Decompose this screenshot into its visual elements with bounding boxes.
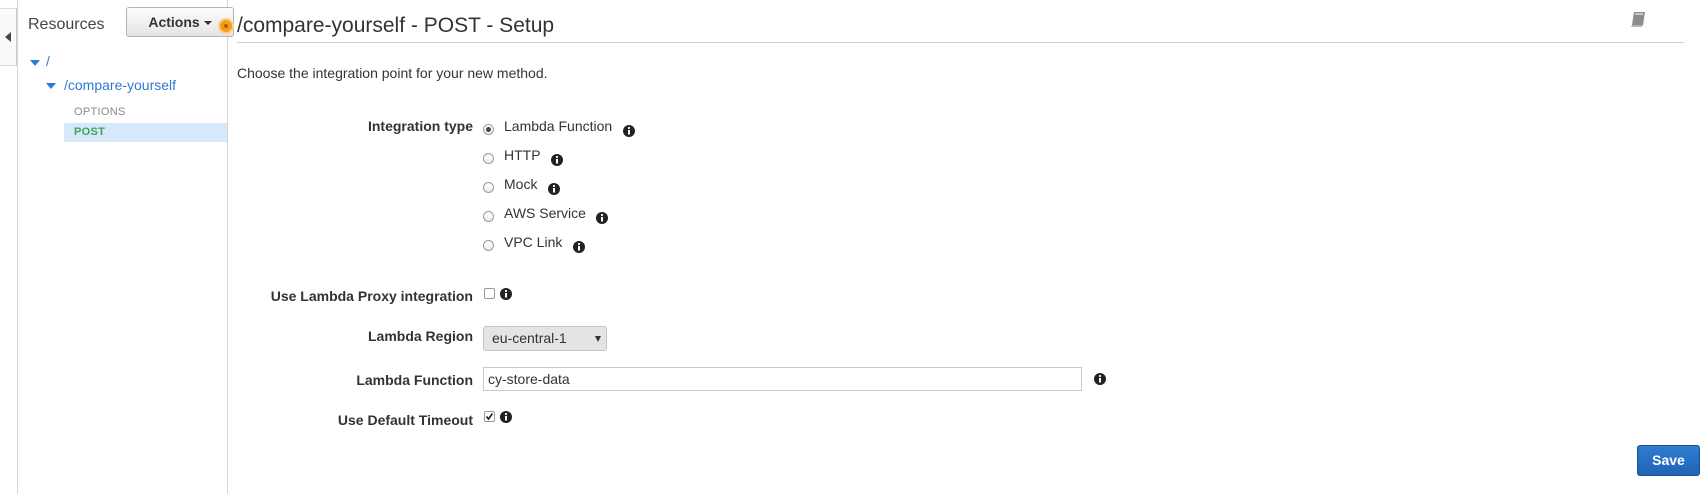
- resources-title: Resources: [28, 16, 105, 33]
- default-timeout-checkbox[interactable]: [484, 411, 495, 422]
- integration-type-label: Integration type: [367, 118, 473, 134]
- info-icon[interactable]: [623, 125, 635, 137]
- collapse-left-icon: [5, 32, 11, 42]
- actions-label: Actions: [148, 14, 200, 30]
- info-icon[interactable]: [573, 241, 585, 253]
- option-aws-service-label: AWS Service: [504, 205, 586, 221]
- collapse-panel-button[interactable]: [0, 8, 17, 66]
- chevron-down-icon: [203, 21, 212, 26]
- radio-http[interactable]: [483, 153, 494, 164]
- radio-vpc-link[interactable]: [483, 240, 494, 251]
- lambda-region-select[interactable]: eu-central-1: [483, 326, 607, 351]
- tree-expand-root-icon[interactable]: [30, 60, 40, 66]
- proxy-integration-checkbox[interactable]: [484, 288, 495, 299]
- radio-lambda-function[interactable]: [483, 124, 494, 135]
- lambda-region-value: eu-central-1: [492, 330, 567, 346]
- tree-item-compare-yourself[interactable]: /compare-yourself: [64, 77, 176, 93]
- tree-method-options[interactable]: OPTIONS: [74, 106, 126, 118]
- info-icon[interactable]: [596, 212, 608, 224]
- info-icon[interactable]: [548, 183, 560, 195]
- option-vpc-link-label: VPC Link: [504, 234, 563, 250]
- tree-item-root[interactable]: /: [46, 53, 50, 69]
- page-subtitle: Choose the integration point for your ne…: [237, 65, 548, 81]
- info-icon[interactable]: [500, 288, 512, 300]
- book-icon[interactable]: [1630, 10, 1648, 28]
- default-timeout-label: Use Default Timeout: [337, 412, 473, 428]
- lambda-region-label: Lambda Region: [367, 328, 473, 344]
- page-title: /compare-yourself - POST - Setup: [237, 14, 555, 37]
- checkmark-icon: [485, 413, 494, 421]
- status-dot-icon: [218, 18, 234, 34]
- proxy-integration-label: Use Lambda Proxy integration: [270, 288, 473, 304]
- option-lambda-function-label: Lambda Function: [504, 118, 613, 134]
- radio-aws-service[interactable]: [483, 211, 494, 222]
- info-icon[interactable]: [1094, 373, 1106, 385]
- dropdown-arrow-icon: [595, 336, 601, 342]
- left-strip: [0, 0, 18, 494]
- lambda-function-input[interactable]: [483, 367, 1082, 391]
- save-button[interactable]: Save: [1637, 445, 1700, 476]
- option-mock-label: Mock: [504, 176, 538, 192]
- info-icon[interactable]: [551, 154, 563, 166]
- lambda-function-label: Lambda Function: [356, 372, 473, 388]
- title-divider: [237, 42, 1684, 43]
- info-icon[interactable]: [500, 411, 512, 423]
- radio-mock[interactable]: [483, 182, 494, 193]
- tree-expand-compare-yourself-icon[interactable]: [46, 83, 56, 89]
- option-http-label: HTTP: [504, 147, 541, 163]
